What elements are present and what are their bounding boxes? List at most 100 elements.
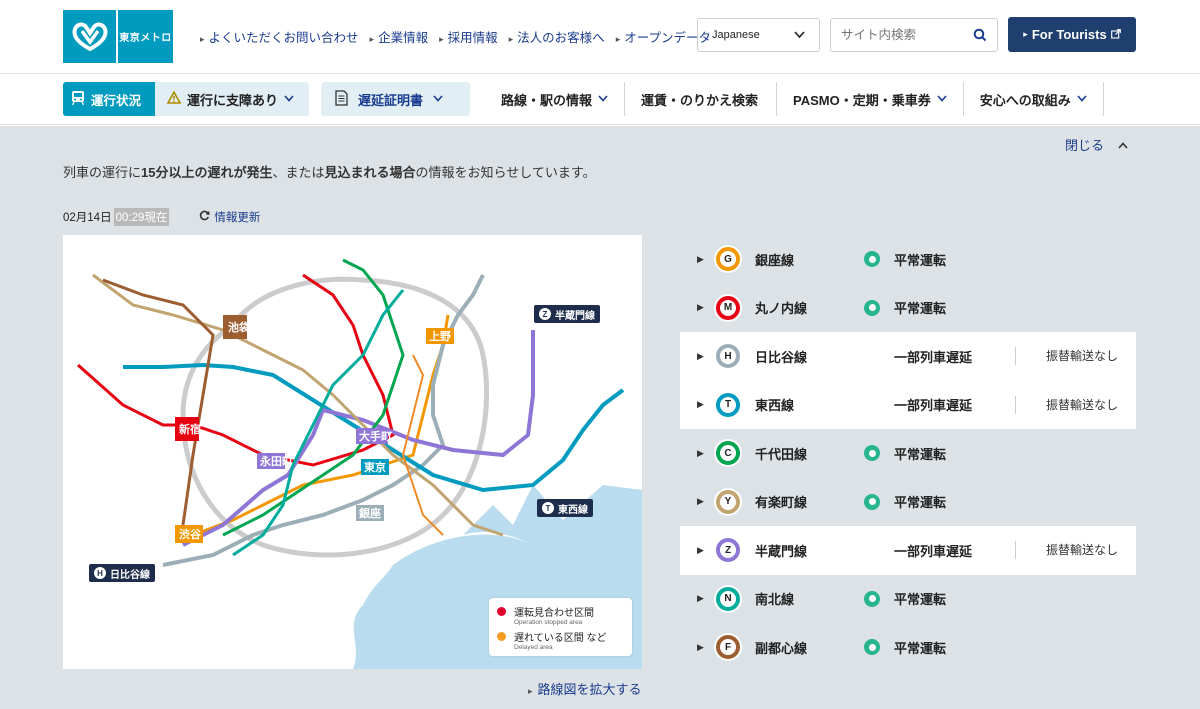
warning-icon (166, 90, 182, 107)
line-letter: Z (716, 538, 740, 563)
line-status: 一部列車遅延 (894, 398, 973, 414)
line-letter: T (716, 392, 740, 417)
delay-certificate-tab[interactable]: 遅延証明書 (321, 82, 470, 116)
yurakucho-line-path (92, 273, 504, 537)
chevron-up-icon (1118, 137, 1128, 152)
nav-safety-label: 安心への取組み (979, 92, 1071, 108)
line-row[interactable]: ▶ Z 半蔵門線 一部列車遅延 振替輸送なし (680, 526, 1136, 575)
normal-status-icon (864, 445, 880, 462)
nav-safety[interactable]: 安心への取組み (964, 82, 1104, 116)
nav-lines-stations-label: 路線・駅の情報 (501, 92, 593, 108)
line-status-list: ▶ G 銀座線 平常運転 ▶ M 丸ノ内線 平常運転 ▶ H 日比谷線 一部列車… (680, 235, 1136, 672)
line-row[interactable]: ▶ T 東西線 一部列車遅延 振替輸送なし (680, 380, 1136, 429)
line-name: 千代田線 (755, 446, 808, 462)
line-badge-icon: Y (714, 487, 742, 516)
line-row[interactable]: ▶ F 副都心線 平常運転 (680, 623, 1136, 672)
tozai-tag-label: 東西線 (558, 504, 588, 516)
operation-status-tab[interactable]: 運行状況 運行に支障あり (63, 82, 309, 116)
caret-right-icon: ▶ (697, 302, 704, 313)
notice-bold: 見込まれる場合 (324, 165, 416, 180)
notice-text: 列車の運行に15分以上の遅れが発生、または見込まれる場合の情報をお知らせしていま… (63, 162, 596, 181)
line-row[interactable]: ▶ M 丸ノ内線 平常運転 (680, 284, 1136, 333)
caret-right-icon: ▶ (697, 253, 704, 264)
link-business[interactable]: 法人のお客様へ (509, 27, 605, 46)
tourists-label: For Tourists (1031, 27, 1107, 42)
site-search (830, 18, 998, 52)
refresh-button[interactable]: 情報更新 (199, 209, 260, 225)
nav-fare-search-label: 運賃・のりかえ検索 (641, 92, 759, 108)
logo-wordmark: 東京メトロ (118, 10, 173, 63)
close-panel-link[interactable]: 閉じる (1065, 135, 1128, 154)
search-icon[interactable] (973, 28, 987, 47)
language-select[interactable]: Japanese (697, 18, 820, 52)
search-input[interactable] (831, 19, 961, 51)
line-t-icon: T (542, 502, 554, 514)
line-badge-icon: M (714, 293, 742, 322)
line-status: 平常運転 (894, 640, 947, 656)
expand-map-link[interactable]: 路線図を拡大する (528, 679, 642, 698)
status-label: 運行状況 (91, 93, 142, 108)
line-name: 半蔵門線 (755, 543, 808, 559)
line-badge-icon: H (714, 342, 742, 371)
transfer-info: 振替輸送なし (1015, 395, 1118, 414)
line-row[interactable]: ▶ C 千代田線 平常運転 (680, 429, 1136, 478)
tozai-map-tag[interactable]: T 東西線 (537, 499, 593, 517)
link-faq[interactable]: よくいただくお問い合わせ (200, 27, 359, 46)
hanzomon-map-tag[interactable]: Z 半蔵門線 (534, 305, 600, 323)
line-row[interactable]: ▶ Y 有楽町線 平常運転 (680, 478, 1136, 527)
status-label-block: 運行状況 (63, 82, 155, 116)
link-corporate[interactable]: 企業情報 (370, 27, 428, 46)
line-status: 平常運転 (894, 592, 947, 608)
metro-heart-icon (63, 10, 116, 63)
chevron-down-icon (598, 94, 608, 105)
chevron-down-icon (1077, 94, 1087, 105)
link-recruit[interactable]: 採用情報 (439, 27, 498, 46)
nav-pasmo[interactable]: PASMO・定期・乗車券 (777, 82, 964, 116)
update-time: 00:29現在 (113, 208, 170, 226)
route-map[interactable]: 池袋 新宿 渋谷 上野 大手町 東京 銀座 永田町 Z 半蔵門線 T 東西線 H… (63, 235, 642, 669)
station-shinjuku: 新宿 (179, 422, 201, 436)
notice-bold: 15分以上の遅れが発生 (141, 165, 273, 180)
nav-lines-stations[interactable]: 路線・駅の情報 (485, 82, 626, 116)
hibiya-map-tag[interactable]: H 日比谷線 (89, 564, 155, 582)
line-badge-icon: G (714, 245, 742, 274)
utility-links: よくいただくお問い合わせ 企業情報 採用情報 法人のお客様へ オープンデータ (200, 27, 711, 46)
nav-fare-search[interactable]: 運賃・のりかえ検索 (625, 82, 778, 116)
site-header: 東京メトロ よくいただくお問い合わせ 企業情報 採用情報 法人のお客様へ オープ… (0, 0, 1200, 74)
chevron-down-icon (937, 94, 947, 105)
chevron-down-icon (284, 94, 294, 105)
nav-menu: 路線・駅の情報 運賃・のりかえ検索 PASMO・定期・乗車券 安心への取組み (485, 82, 1104, 116)
line-status: 平常運転 (894, 301, 947, 317)
line-row[interactable]: ▶ G 銀座線 平常運転 (680, 235, 1136, 284)
normal-status-icon (864, 590, 880, 607)
line-status: 平常運転 (894, 446, 947, 462)
caret-right-icon: ▶ (697, 544, 704, 555)
legend-dot (497, 607, 506, 616)
line-h-icon: H (94, 567, 106, 579)
caret-right-icon: ▶ (697, 593, 704, 604)
line-name: 南北線 (755, 592, 795, 608)
chevron-down-icon (794, 30, 805, 42)
notice-part: の情報をお知らせしています。 (415, 165, 596, 180)
operation-status-panel: 閉じる 列車の運行に15分以上の遅れが発生、または見込まれる場合の情報をお知らせ… (0, 126, 1200, 709)
line-badge-icon: Z (714, 536, 742, 565)
main-nav: 運行状況 運行に支障あり 遅延証明書 路線・駅の情報 運賃・のりかえ検索 PAS… (0, 74, 1200, 125)
line-letter: N (716, 586, 740, 611)
legend-label: 運転見合わせ区間 (514, 608, 594, 619)
refresh-label: 情報更新 (214, 212, 261, 224)
update-timestamp: 02月14日 00:29現在 情報更新 (63, 208, 260, 226)
line-badge-icon: T (714, 390, 742, 419)
legend-label: 遅れている区間 など (514, 633, 607, 644)
line-row[interactable]: ▶ N 南北線 平常運転 (680, 575, 1136, 624)
line-name: 有楽町線 (755, 495, 808, 511)
line-letter: Y (716, 489, 740, 514)
caret-right-icon: ▶ (697, 641, 704, 652)
line-letter: F (716, 635, 740, 660)
for-tourists-button[interactable]: ▸ For Tourists (1008, 17, 1136, 52)
line-letter: G (716, 247, 740, 272)
notice-part: 、または (272, 165, 325, 180)
line-status: 一部列車遅延 (894, 543, 973, 559)
line-row[interactable]: ▶ H 日比谷線 一部列車遅延 振替輸送なし (680, 332, 1136, 381)
normal-status-icon (864, 639, 880, 656)
tokyo-metro-logo[interactable]: 東京メトロ (63, 10, 173, 63)
